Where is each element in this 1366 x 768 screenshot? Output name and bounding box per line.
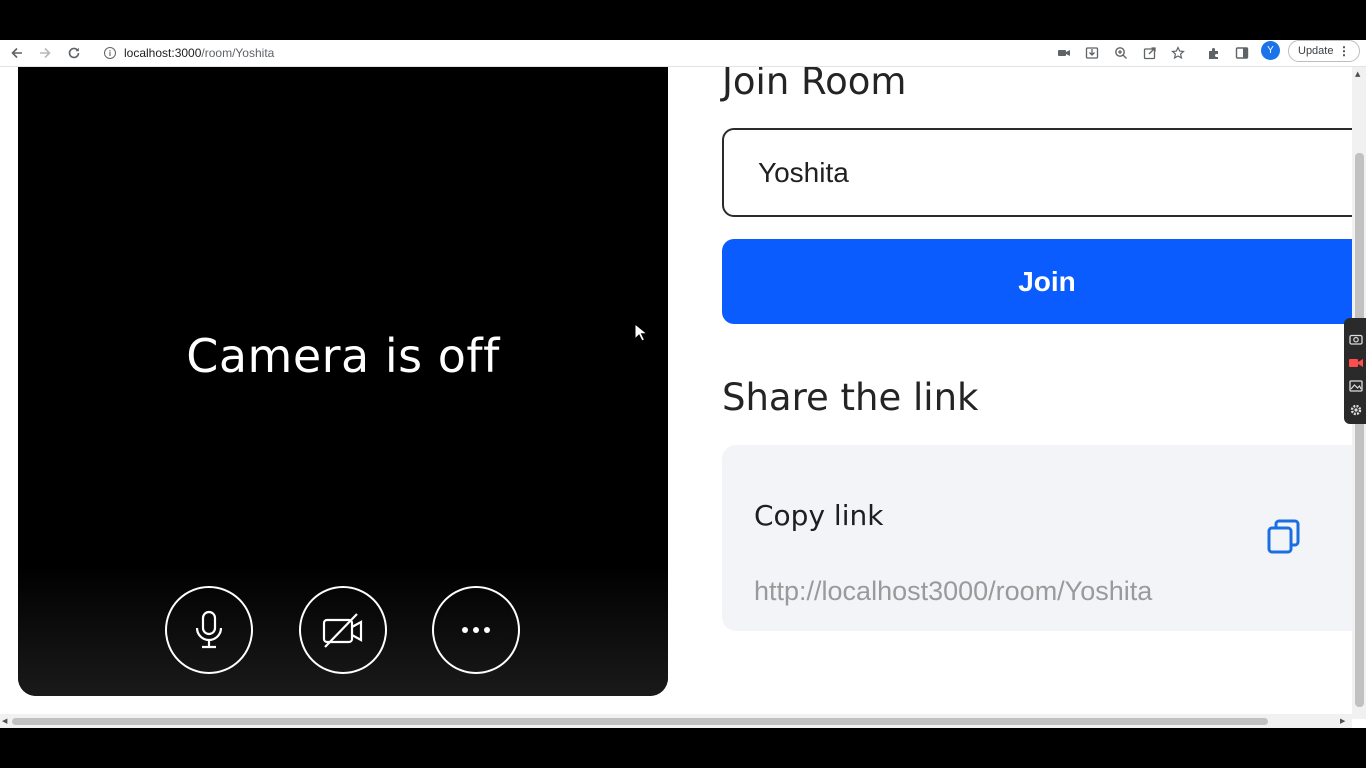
camera-off-icon: [322, 613, 363, 648]
join-room-heading: Join Room: [722, 67, 907, 103]
copy-icon[interactable]: [1264, 517, 1304, 557]
video-preview: Camera is off: [18, 67, 668, 696]
zoom-icon[interactable]: [1112, 44, 1130, 62]
copy-link-card: Copy link http://localhost3000/room/Yosh…: [722, 445, 1366, 631]
forward-button[interactable]: [35, 43, 55, 63]
screen-letterbox-bottom: [0, 728, 1366, 768]
record-video-icon[interactable]: [1348, 356, 1364, 370]
gallery-icon[interactable]: [1348, 379, 1364, 393]
menu-kebab-icon[interactable]: ⋮: [1338, 44, 1350, 58]
room-name-input[interactable]: [722, 128, 1366, 217]
join-button[interactable]: Join: [722, 239, 1366, 324]
address-bar[interactable]: i localhost:3000/room/Yoshita: [96, 42, 1286, 64]
share-icon[interactable]: [1141, 44, 1159, 62]
gear-icon[interactable]: [1348, 403, 1364, 417]
scroll-right-arrow-icon[interactable]: ▶: [1340, 717, 1345, 725]
mouse-cursor-icon: [634, 323, 648, 342]
page-viewport: Camera is off Join Room Yoshita Join Sha…: [0, 67, 1366, 728]
camera-status-text: Camera is off: [186, 329, 500, 383]
star-icon[interactable]: [1169, 44, 1187, 62]
more-options-button[interactable]: [432, 586, 520, 674]
microphone-icon: [195, 610, 223, 649]
microphone-button[interactable]: [165, 586, 253, 674]
screenshot-icon[interactable]: [1348, 332, 1364, 346]
extensions-icon[interactable]: [1205, 44, 1223, 62]
scroll-left-arrow-icon[interactable]: ◀: [2, 717, 7, 725]
room-link-text: http://localhost3000/room/Yoshita: [754, 576, 1153, 606]
url-host: localhost:3000: [124, 46, 202, 60]
horizontal-scrollbar[interactable]: ◀ ▶: [0, 714, 1352, 728]
camera-toggle-button[interactable]: [299, 586, 387, 674]
update-label: Update: [1298, 45, 1334, 57]
more-dots-icon: [462, 627, 490, 633]
back-arrow-icon: [11, 47, 22, 59]
scroll-up-arrow-icon[interactable]: ▲: [1355, 70, 1360, 78]
recorder-widget: [1344, 318, 1366, 424]
url-path: /room/Yoshita: [201, 46, 275, 60]
camera-icon[interactable]: [1055, 44, 1073, 62]
side-panel-icon[interactable]: [1233, 44, 1251, 62]
back-button[interactable]: [7, 43, 27, 63]
copy-link-title: Copy link: [754, 499, 884, 532]
update-button[interactable]: Update ⋮: [1288, 40, 1360, 62]
reload-icon: [68, 47, 80, 59]
forward-arrow-icon: [40, 47, 51, 59]
vertical-scroll-thumb[interactable]: [1355, 153, 1364, 707]
info-icon[interactable]: i: [104, 47, 116, 59]
profile-avatar[interactable]: Y: [1261, 41, 1280, 60]
reload-button[interactable]: [64, 43, 84, 63]
browser-toolbar: i localhost:3000/room/Yoshita: [0, 40, 1366, 67]
horizontal-scroll-thumb[interactable]: [12, 718, 1268, 725]
url-text: localhost:3000/room/Yoshita: [124, 46, 274, 60]
share-link-heading: Share the link: [722, 376, 979, 419]
screen-letterbox-top: [0, 0, 1366, 40]
install-icon[interactable]: [1083, 44, 1101, 62]
